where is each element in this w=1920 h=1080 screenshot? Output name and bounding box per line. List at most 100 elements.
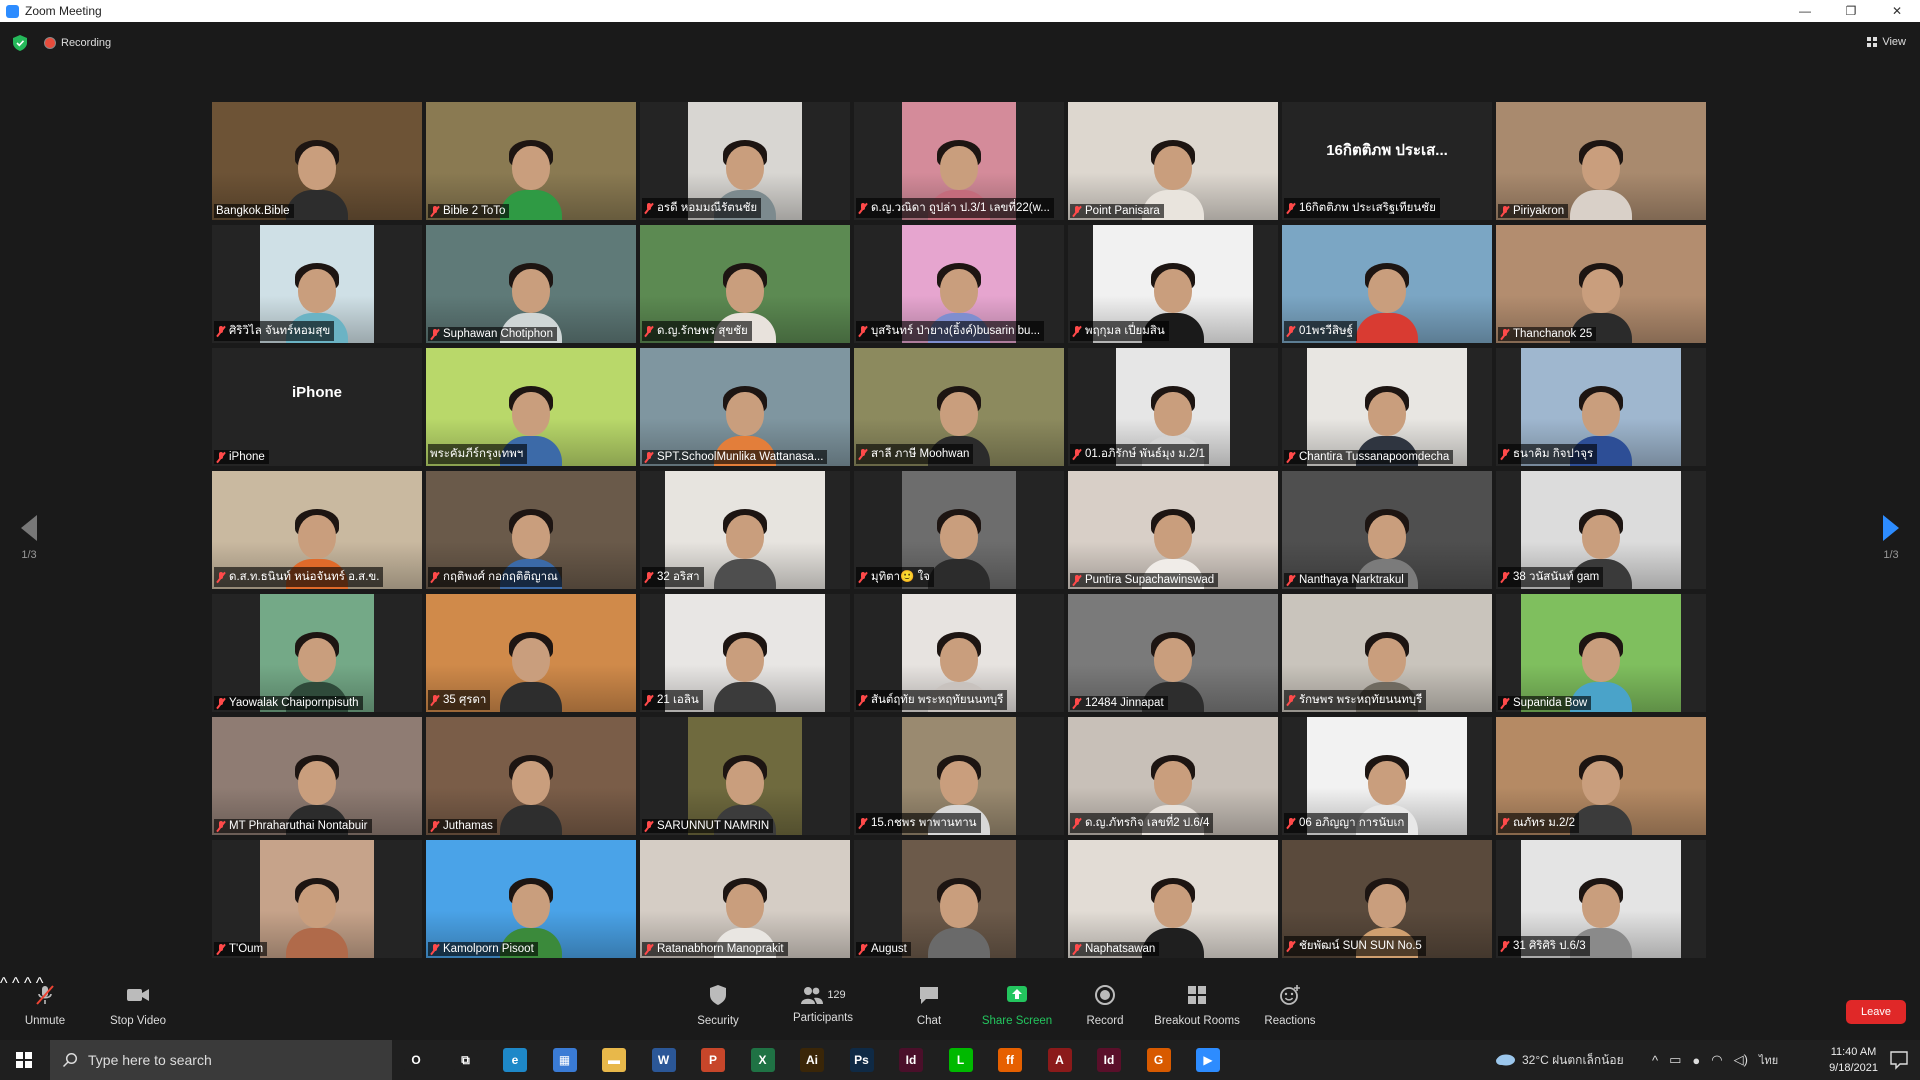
participant-tile[interactable]: พฤกุมล เปี่ยมสิน (1068, 225, 1278, 343)
participant-tile[interactable]: 12484 Jinnapat (1068, 594, 1278, 712)
participant-tile[interactable]: ด.ญ.วณิดา ถูปล่า ป.3/1 เลขที่22(w... (854, 102, 1064, 220)
file-explorer-icon[interactable]: ▬ (602, 1048, 626, 1072)
participant-tile[interactable]: August (854, 840, 1064, 958)
participant-tile[interactable]: Juthamas (426, 717, 636, 835)
participant-tile[interactable]: 15.กชพร พาพานทาน (854, 717, 1064, 835)
participant-tile[interactable]: 32 อริสา (640, 471, 850, 589)
participant-tile[interactable]: 06 อภิญญา การนับเก (1282, 717, 1492, 835)
microphone-tray-icon[interactable]: ● (1692, 1053, 1700, 1068)
participant-tile[interactable]: Ratanabhorn Manoprakit (640, 840, 850, 958)
participant-tile[interactable]: iPhone iPhone (212, 348, 422, 466)
participant-tile[interactable]: 21 เอลิน (640, 594, 850, 712)
participant-tile[interactable]: Bangkok.Bible (212, 102, 422, 220)
participant-tile[interactable]: 38 วนัสนันท์ gam (1496, 471, 1706, 589)
participant-tile[interactable]: Point Panisara (1068, 102, 1278, 220)
left-arrow-icon[interactable] (21, 515, 37, 541)
participant-tile[interactable]: Chantira Tussanapoomdecha (1282, 348, 1492, 466)
acrobat-icon[interactable]: A (1047, 1048, 1072, 1072)
leave-meeting-button[interactable]: Leave (1846, 1000, 1906, 1024)
participant-tile[interactable]: Nanthaya Narktrakul (1282, 471, 1492, 589)
network-icon[interactable]: ▭ (1669, 1052, 1681, 1068)
notification-center-icon[interactable] (1890, 1050, 1908, 1070)
zoom-icon[interactable]: ▶ (1196, 1048, 1220, 1072)
cortana-icon[interactable]: O (404, 1048, 428, 1072)
participant-tile[interactable]: Suphawan Chotiphon (426, 225, 636, 343)
unmute-button[interactable]: Unmute (18, 983, 72, 1027)
illustrator-icon[interactable]: Ai (800, 1048, 824, 1072)
windows-start-icon[interactable] (0, 1040, 48, 1080)
minimize-button[interactable]: — (1782, 0, 1828, 22)
taskbar-clock[interactable]: 11:40 AM 9/18/2021 (1829, 1044, 1878, 1076)
participant-tile[interactable]: ชัยพัฒน์ SUN SUN No.5 (1282, 840, 1492, 958)
reactions-button[interactable]: Reactions (1262, 983, 1318, 1027)
participant-tile[interactable]: SPT.SchoolMunlika Wattanasa... (640, 348, 850, 466)
share-screen-button[interactable]: Share Screen (978, 983, 1056, 1027)
stop-video-button[interactable]: Stop Video (106, 983, 170, 1027)
participant-tile[interactable]: ณภัทร ม.2/2 (1496, 717, 1706, 835)
participant-tile[interactable]: 01.อภิรักษ์ พันธ์มุง ม.2/1 (1068, 348, 1278, 466)
grammarly-icon[interactable]: G (1146, 1048, 1171, 1072)
maximize-button[interactable]: ❐ (1828, 0, 1874, 22)
right-arrow-icon[interactable] (1883, 515, 1899, 541)
participant-tile[interactable]: 16กิตติภพ ประเส... 16กิตติภพ ประเสริฐเทีย… (1282, 102, 1492, 220)
calculator-icon[interactable]: ▦ (552, 1048, 577, 1072)
encryption-shield-icon[interactable] (13, 35, 27, 51)
participant-tile[interactable]: T'Oum (212, 840, 422, 958)
input-language[interactable]: ไทย (1759, 1051, 1778, 1069)
firefox-icon[interactable]: ff (998, 1048, 1022, 1072)
page-indicator-right: 1/3 (1883, 549, 1899, 561)
security-button[interactable]: Security (690, 983, 746, 1027)
participant-tile[interactable]: ธนาคิม กิจปาจุร (1496, 348, 1706, 466)
previous-page-control[interactable]: 1/3 (14, 515, 44, 561)
participant-tile[interactable]: Kamolporn Pisoot (426, 840, 636, 958)
volume-icon[interactable]: ◁) (1734, 1052, 1748, 1068)
weather-widget[interactable]: 32°C ฝนตกเล็กน้อย (1494, 1040, 1624, 1080)
participant-tile[interactable]: 31 ศิริศิริ ป.6/3 (1496, 840, 1706, 958)
participant-tile[interactable]: มุทิตา🙂 ใจ (854, 471, 1064, 589)
participant-tile[interactable]: Naphatsawan (1068, 840, 1278, 958)
participant-tile[interactable]: รักษพร พระหฤทัยนนทบุรี (1282, 594, 1492, 712)
participant-tile[interactable]: Supanida Bow (1496, 594, 1706, 712)
participant-tile[interactable]: บุสรินทร์ ป่ายาง(อิ้งค์)busarin bu... (854, 225, 1064, 343)
participant-name: SARUNNUT NAMRIN (657, 820, 770, 832)
chevron-up-icon[interactable]: ^ (1652, 1053, 1658, 1068)
next-page-control[interactable]: 1/3 (1876, 515, 1906, 561)
taskbar-search-box[interactable]: Type here to search (50, 1040, 392, 1080)
line-icon[interactable]: L (948, 1048, 973, 1072)
participant-tile[interactable]: ด.ส.ท.ธนินท์ หน่อจันทร์ อ.ส.ข. (212, 471, 422, 589)
participant-tile[interactable]: 01พรวีสิษฐ์ (1282, 225, 1492, 343)
participant-tile[interactable]: สาลี ภาษี Moohwan (854, 348, 1064, 466)
participant-tile[interactable]: Bible 2 ToTo (426, 102, 636, 220)
participant-tile[interactable]: ด.ญ.รักษพร สุขชัย (640, 225, 850, 343)
word-icon[interactable]: W (651, 1048, 676, 1072)
participant-tile[interactable]: พระคัมภีร์กรุงเทพฯ (426, 348, 636, 466)
view-button[interactable]: View (1867, 36, 1906, 48)
indesign-icon[interactable]: Id (899, 1048, 923, 1072)
excel-icon[interactable]: X (750, 1048, 775, 1072)
participant-tile[interactable]: Thanchanok 25 (1496, 225, 1706, 343)
participant-tile[interactable]: ศิริวิไล จันทร์หอมสุข (212, 225, 422, 343)
photoshop-icon[interactable]: Ps (849, 1048, 874, 1072)
wifi-icon[interactable]: ◠ (1711, 1052, 1722, 1068)
participant-tile[interactable]: MT Phraharuthai Nontabuir (212, 717, 422, 835)
participant-tile[interactable]: สันต์ฤทัย พระหฤทัยนนทบุรี (854, 594, 1064, 712)
participant-tile[interactable]: ด.ญ.ภัทรกิจ เลขที่2 ป.6/4 (1068, 717, 1278, 835)
task-view-icon[interactable]: ⧉ (453, 1048, 478, 1072)
participant-tile[interactable]: Piriyakron (1496, 102, 1706, 220)
chat-button[interactable]: Chat (906, 983, 952, 1027)
close-button[interactable]: ✕ (1874, 0, 1920, 22)
participant-tile[interactable]: กฤติพงศ์ กอกฤติติญาณ (426, 471, 636, 589)
participant-tile[interactable]: Puntira Supachawinswad (1068, 471, 1278, 589)
participant-tile[interactable]: อรดี หอมมณีรัตนชัย (640, 102, 850, 220)
powerpoint-icon[interactable]: P (701, 1048, 725, 1072)
participant-tile[interactable]: 35 ศุรดา (426, 594, 636, 712)
indesign-icon-2[interactable]: Id (1097, 1048, 1121, 1072)
audio-options-caret-icon[interactable]: ^ (0, 975, 8, 992)
edge-icon[interactable]: e (503, 1048, 527, 1072)
recording-indicator[interactable]: Recording (44, 37, 111, 49)
participants-button[interactable]: 129 Participants (790, 983, 856, 1024)
record-button[interactable]: Record (1082, 983, 1128, 1027)
participant-tile[interactable]: Yaowalak Chaipornpisuth (212, 594, 422, 712)
breakout-rooms-button[interactable]: Breakout Rooms (1152, 983, 1242, 1027)
participant-tile[interactable]: SARUNNUT NAMRIN (640, 717, 850, 835)
